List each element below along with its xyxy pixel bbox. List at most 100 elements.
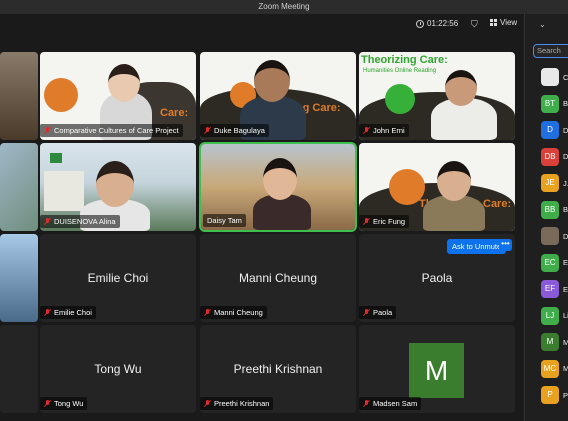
clock-icon — [416, 19, 424, 28]
sun-graphic — [385, 84, 415, 114]
avatar: MC — [541, 359, 559, 378]
avatar: BB — [541, 200, 559, 219]
participant-list-item[interactable]: LJ Li — [541, 306, 568, 325]
participant-display-name: Paola — [421, 271, 453, 285]
participant-label: B — [563, 205, 568, 214]
video-tile[interactable]: Ask to Unmute ••• Paola Paola — [359, 234, 515, 322]
participant-head — [254, 60, 290, 102]
participant-name-tag: Madsen Sam — [359, 397, 422, 410]
participant-display-name: Emilie Choi — [87, 271, 149, 285]
meeting-timer: 01:22:56 — [416, 19, 458, 28]
avatar: M — [541, 333, 559, 351]
video-tile[interactable]: Theorizing Care: Humanities Online Readi… — [359, 52, 515, 140]
participant-name-tag: Manni Cheung — [200, 306, 267, 319]
participant-list-item[interactable]: BB B — [541, 200, 568, 219]
shield-icon[interactable]: ⛉ — [471, 19, 478, 30]
video-tile-partial[interactable] — [0, 234, 38, 322]
participant-label: Li — [563, 311, 568, 320]
mic-muted-icon — [363, 308, 370, 317]
participant-name-tag: Duke Bagulaya — [200, 124, 269, 137]
participant-name-tag: Emilie Choi — [40, 306, 96, 319]
participant-list-item[interactable]: P Pa — [541, 386, 568, 404]
video-tile[interactable]: Tong Wu Tong Wu — [40, 325, 196, 413]
avatar: EF — [541, 280, 559, 298]
participant-name-tag: John Erni — [359, 124, 409, 137]
slide-title-fragment: Care: — [483, 198, 512, 210]
slide-title-fragment: Care: — [160, 107, 189, 119]
video-tile[interactable]: rizing Care: Duke Bagulaya — [200, 52, 356, 140]
participant-name-tag: Tong Wu — [40, 397, 88, 410]
participant-label: Ei — [563, 284, 568, 294]
participant-name-tag: Eric Fung — [359, 215, 410, 228]
avatar: JE — [541, 174, 559, 192]
participant-list-item[interactable]: Co — [541, 68, 568, 86]
avatar: P — [541, 386, 559, 404]
mic-muted-icon — [204, 399, 211, 408]
video-tile[interactable]: Preethi Krishnan Preethi Krishnan — [200, 325, 356, 413]
participant-name-tag: DUISENOVA Alina — [40, 215, 120, 228]
avatar: M — [409, 343, 464, 398]
more-options-button[interactable]: ••• — [499, 239, 512, 251]
participant-name-tag: Paola — [359, 306, 397, 319]
participant-head — [445, 70, 477, 106]
participant-list-item[interactable]: EC Ei — [541, 253, 568, 272]
chevron-down-icon[interactable]: ⌄ — [539, 20, 546, 29]
participant-display-name: Preethi Krishnan — [233, 362, 323, 376]
participant-label: Co — [563, 72, 568, 82]
participant-label: Ei — [563, 258, 568, 267]
video-tile-partial[interactable] — [0, 52, 38, 140]
video-feed — [0, 52, 38, 140]
participant-head — [108, 64, 140, 102]
view-label: View — [500, 18, 518, 27]
building-graphic — [44, 171, 84, 211]
participant-list-item[interactable]: BT B. — [541, 94, 568, 113]
participant-list-item[interactable]: EF Ei — [541, 280, 568, 298]
mic-muted-icon — [363, 126, 370, 135]
avatar: DB — [541, 147, 559, 166]
participants-panel: ⌄ Search CoBTB.DD.DBD.JEJ.BBBDECEiEFEiLJ… — [524, 14, 568, 421]
participant-head — [96, 161, 134, 207]
avatar — [541, 68, 559, 86]
video-tile-partial[interactable] — [0, 143, 38, 231]
participant-list-item[interactable]: DB D. — [541, 147, 568, 166]
video-tile[interactable]: DUISENOVA Alina — [40, 143, 196, 231]
participant-label: J. — [563, 178, 568, 188]
video-tile[interactable]: M Madsen Sam — [359, 325, 515, 413]
participant-list-item[interactable]: MM — [541, 333, 568, 351]
mic-muted-icon — [44, 126, 51, 135]
logo-icon — [50, 153, 62, 163]
participant-head — [263, 158, 297, 200]
participant-label: Pa — [563, 390, 568, 400]
video-tile[interactable]: Care: Comparative Cultures of Care Proje… — [40, 52, 196, 140]
mic-muted-icon — [204, 126, 211, 135]
avatar: D — [541, 121, 559, 139]
participant-label: M — [563, 338, 568, 347]
video-tile-partial[interactable] — [0, 325, 38, 413]
mic-muted-icon — [44, 399, 51, 408]
participant-list-item[interactable]: D — [541, 227, 568, 245]
avatar — [541, 227, 559, 245]
participant-list-item[interactable]: JE J. — [541, 174, 568, 192]
view-button[interactable]: View — [490, 18, 517, 27]
slide-subtitle: Humanities Online Reading — [363, 68, 437, 74]
participant-head — [437, 161, 471, 201]
participant-list-item[interactable]: MC M — [541, 359, 568, 378]
ask-to-unmute-button[interactable]: Ask to Unmute — [447, 239, 507, 254]
video-tile[interactable]: Emilie Choi Emilie Choi — [40, 234, 196, 322]
participant-name-tag: Comparative Cultures of Care Project — [40, 124, 183, 137]
participant-label: D. — [563, 152, 568, 161]
timer-text: 01:22:56 — [427, 19, 459, 28]
avatar: LJ — [541, 306, 559, 325]
video-feed — [0, 143, 38, 231]
mic-muted-icon — [44, 217, 51, 226]
video-tile[interactable]: The Care: Eric Fung — [359, 143, 515, 231]
video-tile-active-speaker[interactable]: Daisy Tam — [199, 142, 357, 232]
mic-muted-icon — [44, 308, 51, 317]
participant-label: M — [563, 364, 568, 373]
search-input[interactable]: Search — [533, 44, 568, 58]
grid-icon — [490, 19, 497, 26]
video-tile[interactable]: Manni Cheung Manni Cheung — [200, 234, 356, 322]
participant-display-name: Manni Cheung — [238, 271, 318, 285]
participant-list-item[interactable]: D D. — [541, 121, 568, 139]
avatar: BT — [541, 94, 559, 113]
